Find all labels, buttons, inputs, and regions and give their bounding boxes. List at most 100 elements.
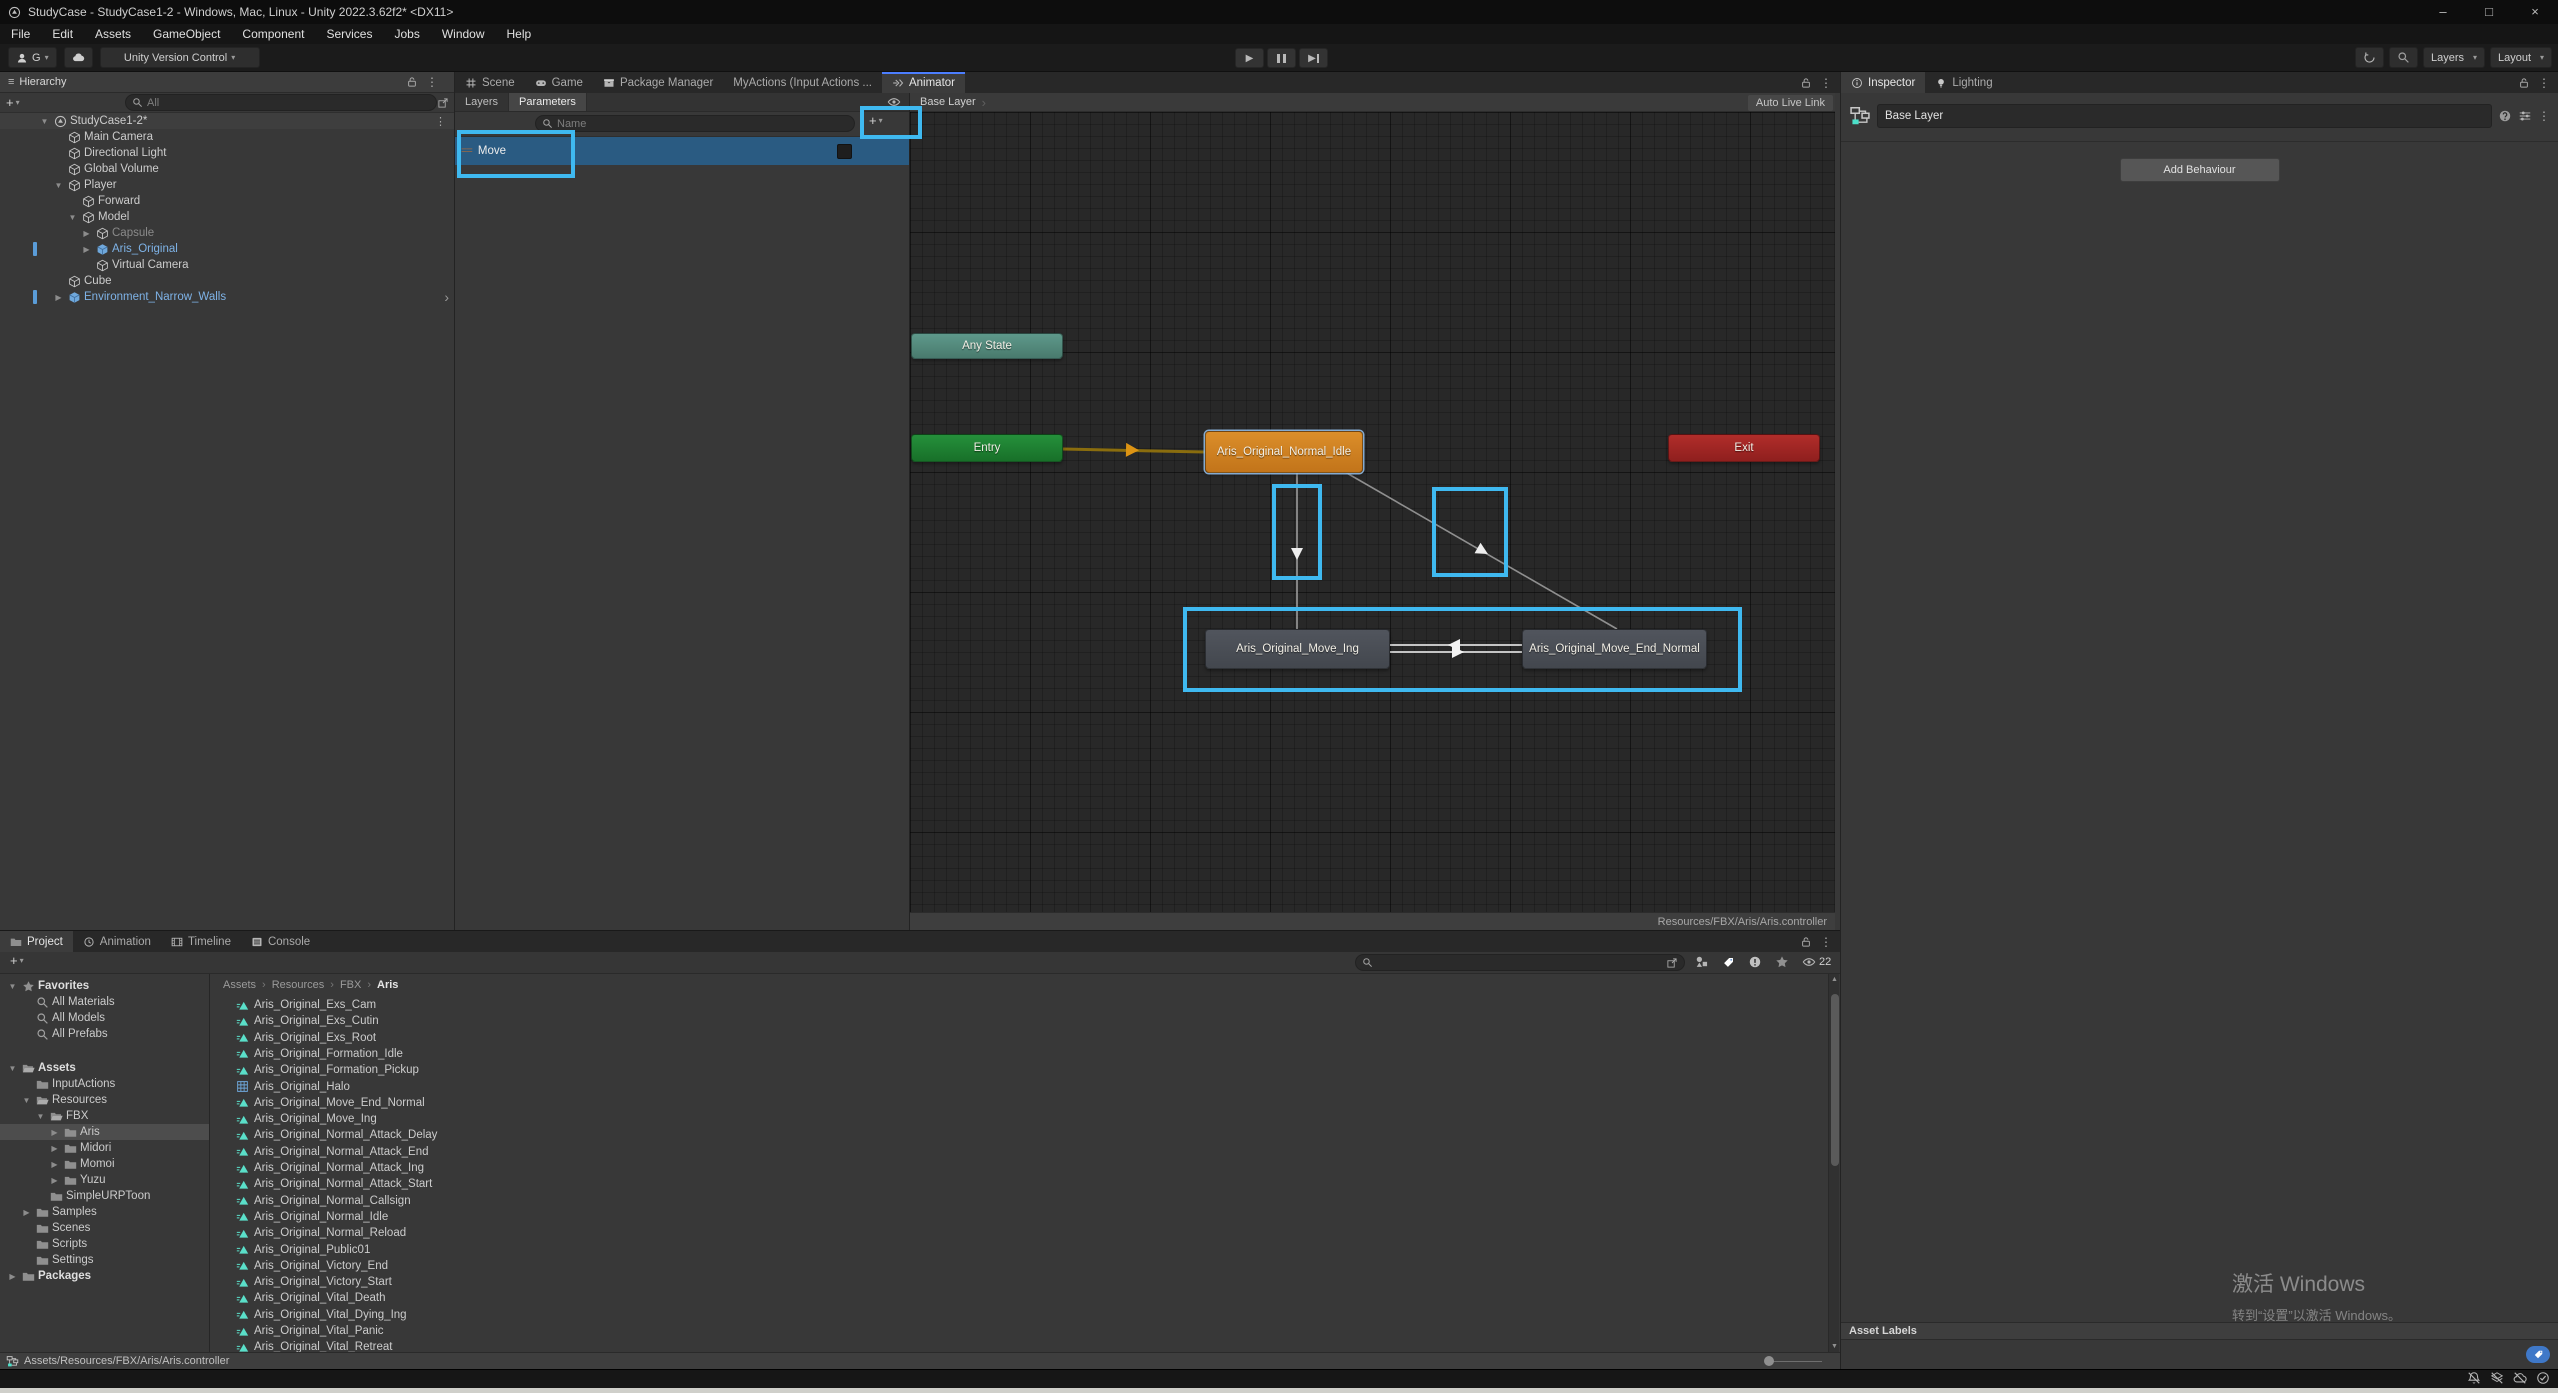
layout-dropdown[interactable]: Layout▾ [2490, 47, 2552, 68]
expand-arrow-icon[interactable]: ▶ [80, 229, 93, 238]
tree-item-settings[interactable]: Settings [0, 1252, 209, 1268]
breadcrumb-resources[interactable]: Resources [272, 979, 325, 991]
hierarchy-item-main-camera[interactable]: Main Camera [0, 129, 454, 145]
file-aris-original-normal-attack-start[interactable]: Aris_Original_Normal_Attack_Start [211, 1176, 1820, 1192]
cloud-off-icon[interactable] [2513, 1371, 2527, 1385]
tree-item-scripts[interactable]: Scripts [0, 1236, 209, 1252]
menu-services[interactable]: Services [315, 24, 383, 44]
maximize-button[interactable]: □ [2466, 0, 2512, 24]
auto-live-link-button[interactable]: Auto Live Link [1748, 95, 1833, 111]
lock-icon[interactable] [2518, 77, 2530, 89]
file-aris-original-exs-cam[interactable]: Aris_Original_Exs_Cam [211, 997, 1820, 1013]
tree-item-assets[interactable]: ▼ Assets [0, 1060, 209, 1076]
layer-name-input[interactable] [1885, 110, 2484, 122]
file-aris-original-victory-end[interactable]: Aris_Original_Victory_End [211, 1258, 1820, 1274]
add-behaviour-button[interactable]: Add Behaviour [2120, 158, 2280, 182]
open-external-icon[interactable] [437, 97, 449, 109]
layers-off-icon[interactable] [2490, 1371, 2504, 1385]
parameter-search-field[interactable] [535, 115, 855, 132]
menu-edit[interactable]: Edit [41, 24, 84, 44]
favorites-star-icon[interactable] [1775, 955, 1789, 969]
kebab-icon[interactable]: ⋮ [1820, 76, 1832, 90]
scrollbar-thumb[interactable] [1831, 994, 1839, 1166]
file-list-scrollbar[interactable]: ▲ ▼ [1828, 974, 1839, 1352]
state-machine-canvas[interactable]: Any State Entry Aris_Original_Normal_Idl… [910, 112, 1835, 912]
layer-name-field[interactable] [1877, 104, 2492, 128]
breadcrumb-assets[interactable]: Assets [223, 979, 256, 991]
tab-project[interactable]: Project [0, 931, 73, 952]
state-exit[interactable]: Exit [1668, 434, 1820, 462]
file-aris-original-normal-attack-delay[interactable]: Aris_Original_Normal_Attack_Delay [211, 1127, 1820, 1143]
tab-game[interactable]: Game [525, 72, 593, 93]
project-search-input[interactable] [1377, 957, 1662, 969]
file-aris-original-halo[interactable]: Aris_Original_Halo [211, 1079, 1820, 1095]
hierarchy-item-environment-narrow-walls[interactable]: ▶ Environment_Narrow_Walls › [0, 289, 454, 305]
tree-item-packages[interactable]: ▶ Packages [0, 1268, 209, 1284]
state-any-state[interactable]: Any State [911, 333, 1063, 359]
expand-arrow-icon[interactable]: ▶ [52, 293, 65, 302]
tree-item-all-prefabs[interactable]: All Prefabs [0, 1026, 209, 1042]
alert-icon[interactable] [1748, 955, 1762, 969]
hierarchy-item-global-volume[interactable]: Global Volume [0, 161, 454, 177]
tree-item-aris[interactable]: ▶ Aris [0, 1124, 209, 1140]
expand-arrow-icon[interactable]: ▶ [6, 1272, 19, 1281]
step-button[interactable]: ▶ [1299, 48, 1328, 68]
tab-scene[interactable]: Scene [455, 72, 525, 93]
expand-arrow-icon[interactable]: ▶ [48, 1128, 61, 1137]
kebab-icon[interactable]: ⋮ [435, 115, 454, 128]
account-dropdown[interactable]: G ▾ [8, 47, 57, 68]
hierarchy-search-input[interactable] [147, 97, 430, 109]
file-aris-original-normal-callsign[interactable]: Aris_Original_Normal_Callsign [211, 1193, 1820, 1209]
cloud-button[interactable] [64, 47, 93, 68]
hierarchy-search-field[interactable] [125, 94, 437, 111]
menu-assets[interactable]: Assets [84, 24, 142, 44]
expand-arrow-icon[interactable]: ▶ [48, 1144, 61, 1153]
add-gameobject-button[interactable]: +▾ [0, 95, 26, 110]
minimize-button[interactable]: – [2420, 0, 2466, 24]
file-aris-original-victory-start[interactable]: Aris_Original_Victory_Start [211, 1274, 1820, 1290]
hierarchy-item-studycase1-2[interactable]: ▼ StudyCase1-2* ⋮ [0, 113, 454, 129]
parameter-search-input[interactable] [557, 118, 848, 130]
hierarchy-item-virtual-camera[interactable]: Virtual Camera [0, 257, 454, 273]
tab-package-manager[interactable]: Package Manager [593, 72, 723, 93]
menu-window[interactable]: Window [431, 24, 496, 44]
tab-lighting[interactable]: Lighting [1925, 72, 2002, 93]
tree-item-simpleurptoon[interactable]: SimpleURPToon [0, 1188, 209, 1204]
version-control-dropdown[interactable]: Unity Version Control ▾ [100, 47, 260, 68]
menu-gameobject[interactable]: GameObject [142, 24, 231, 44]
create-asset-button[interactable]: +▾ [4, 953, 30, 968]
hierarchy-item-aris-original[interactable]: ▶ Aris_Original [0, 241, 454, 257]
tab-console[interactable]: Console [241, 931, 320, 952]
breadcrumb-aris[interactable]: Aris [377, 979, 398, 991]
expand-arrow-icon[interactable]: ▼ [52, 181, 65, 190]
play-button[interactable]: ▶ [1235, 48, 1264, 68]
state-entry[interactable]: Entry [911, 434, 1063, 462]
state-aris-original-normal-idle[interactable]: Aris_Original_Normal_Idle [1205, 431, 1363, 473]
hierarchy-item-cube[interactable]: Cube [0, 273, 454, 289]
tree-item-momoi[interactable]: ▶ Momoi [0, 1156, 209, 1172]
status-check-icon[interactable] [2536, 1371, 2550, 1385]
file-aris-original-formation-pickup[interactable]: Aris_Original_Formation_Pickup [211, 1062, 1820, 1078]
expand-arrow-icon[interactable]: ▼ [38, 117, 51, 126]
expand-arrow-icon[interactable]: ▶ [48, 1160, 61, 1169]
kebab-icon[interactable]: ⋮ [426, 75, 438, 89]
expand-arrow-icon[interactable]: ▶ [48, 1176, 61, 1185]
file-aris-original-normal-attack-end[interactable]: Aris_Original_Normal_Attack_End [211, 1144, 1820, 1160]
tree-item-inputactions[interactable]: InputActions [0, 1076, 209, 1092]
layer-breadcrumb[interactable]: Base Layer [920, 96, 976, 108]
file-aris-original-exs-cutin[interactable]: Aris_Original_Exs_Cutin [211, 1013, 1820, 1029]
hierarchy-item-player[interactable]: ▼ Player [0, 177, 454, 193]
kebab-icon[interactable]: ⋮ [1820, 935, 1832, 949]
tree-item-midori[interactable]: ▶ Midori [0, 1140, 209, 1156]
lock-icon[interactable] [406, 76, 418, 88]
tree-item-all-materials[interactable]: All Materials [0, 994, 209, 1010]
menu-jobs[interactable]: Jobs [383, 24, 430, 44]
tree-item-all-models[interactable]: All Models [0, 1010, 209, 1026]
kebab-icon[interactable]: ⋮ [2538, 109, 2550, 123]
menu-component[interactable]: Component [231, 24, 315, 44]
undo-history-button[interactable] [2355, 47, 2384, 68]
presets-icon[interactable] [2518, 109, 2532, 123]
file-aris-original-vital-retreat[interactable]: Aris_Original_Vital_Retreat [211, 1339, 1820, 1352]
help-icon[interactable] [2498, 109, 2512, 123]
tree-item-samples[interactable]: ▶ Samples [0, 1204, 209, 1220]
